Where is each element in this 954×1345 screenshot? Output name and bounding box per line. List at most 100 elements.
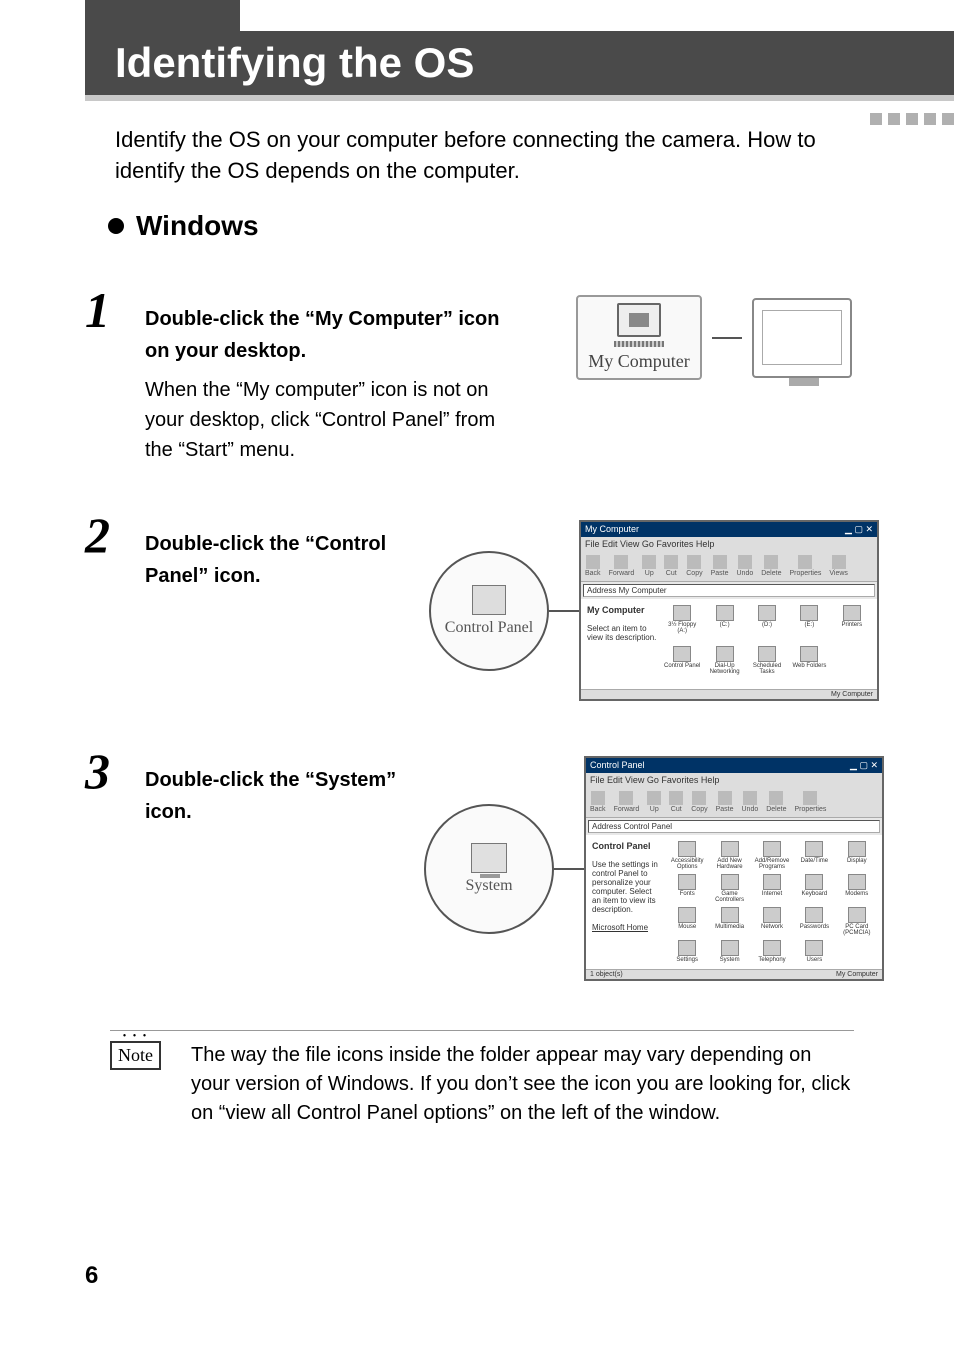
my-computer-icon: My Computer [576,295,702,380]
folder-icon: Display [838,841,876,870]
address-bar: Address My Computer [583,584,875,597]
window-statusbar: 1 object(s) My Computer [586,969,882,979]
page-number: 6 [85,1262,98,1290]
decorative-squares [870,113,954,125]
folder-icon: (C:) [705,605,743,642]
toolbar-button: Copy [691,791,707,813]
monitor-icon [752,298,852,378]
toolbar-button: Paste [716,791,734,813]
toolbar-button: Back [590,791,606,813]
toolbar-button: Properties [789,555,821,577]
callout-line [554,868,584,870]
folder-icon: Accessibility Options [668,841,706,870]
folder-icon: Scheduled Tasks [748,646,786,683]
step-desc: When the “My computer” icon is not on yo… [145,375,525,465]
toolbar-button: Back [585,555,601,577]
icon-label: My Computer [588,351,690,372]
window-titlebar: Control Panel ▁ ▢ ✕ [586,758,882,773]
window-icons-grid: 3½ Floppy (A:) (C:) (D:) (E:) Printers C… [663,605,871,683]
window-body: Control Panel Use the settings in contro… [586,835,882,969]
folder-icon: PC Card (PCMCIA) [838,907,876,936]
folder-icon: (D:) [748,605,786,642]
my-computer-window: My Computer ▁ ▢ ✕ File Edit View Go Favo… [579,520,879,701]
window-toolbar: Back Forward Up Cut Copy Paste Undo Dele… [581,551,877,582]
folder-icon: Internet [753,874,791,903]
callout-circle: Control Panel [429,551,549,671]
note-badge: Note [110,1041,161,1070]
intro-text: Identify the OS on your computer before … [115,125,874,187]
header-tab [85,0,240,31]
folder-icon: Web Folders [790,646,828,683]
folder-icon: Telephony [753,940,791,963]
note-block: Note The way the file icons inside the f… [110,1030,854,1128]
toolbar-button: Forward [609,555,635,577]
folder-icon: (E:) [790,605,828,642]
sidebar-title: My Computer [587,605,645,615]
folder-icon: Modems [838,874,876,903]
step-body: Double-click the “System” icon. [145,736,434,981]
step-figure: System Control Panel ▁ ▢ ✕ File Edit Vie… [434,736,874,981]
window-title: My Computer [585,524,639,535]
window-icons-grid: Accessibility Options Add New Hardware A… [668,841,876,963]
window-body: My Computer Select an item to view its d… [581,599,877,689]
step-figure: Control Panel My Computer ▁ ▢ ✕ File Edi… [434,500,874,701]
folder-icon: Keyboard [795,874,833,903]
folder-icon: System [710,940,748,963]
step-title: Double-click the “Control Panel” icon. [145,528,405,592]
control-panel-window: Control Panel ▁ ▢ ✕ File Edit View Go Fa… [584,756,884,981]
step-title: Double-click the “My Computer” icon on y… [145,303,525,367]
window-title: Control Panel [590,760,645,771]
folder-icon: Multimedia [710,907,748,936]
folder-icon: Game Controllers [710,874,748,903]
window-menu: File Edit View Go Favorites Help [586,773,882,787]
toolbar-button: Undo [737,555,754,577]
window-menu: File Edit View Go Favorites Help [581,537,877,551]
sidebar-desc: Use the settings in control Panel to per… [592,860,658,914]
toolbar-button: Up [647,791,661,813]
window-statusbar: My Computer [581,689,877,699]
system-icon [471,843,507,873]
step-figure: My Computer [554,275,874,465]
toolbar-button: Cut [664,555,678,577]
step-body: Double-click the “My Computer” icon on y… [145,275,554,465]
folder-icon: Add New Hardware [710,841,748,870]
step-1: 1 Double-click the “My Computer” icon on… [85,275,874,465]
window-sidebar: Control Panel Use the settings in contro… [592,841,662,963]
folder-icon: Date/Time [795,841,833,870]
toolbar-button: Undo [742,791,759,813]
folder-icon: Network [753,907,791,936]
window-sidebar: My Computer Select an item to view its d… [587,605,657,683]
page-title: Identifying the OS [115,39,474,87]
folder-icon: 3½ Floppy (A:) [663,605,701,642]
step-number: 2 [85,500,145,701]
folder-icon: Passwords [795,907,833,936]
callout-line [549,610,579,612]
folder-icon: Printers [833,605,871,642]
window-toolbar: Back Forward Up Cut Copy Paste Undo Dele… [586,787,882,818]
callout-circle: System [424,804,554,934]
address-bar: Address Control Panel [588,820,880,833]
note-text: The way the file icons inside the folder… [191,1041,854,1128]
toolbar-button: Up [642,555,656,577]
toolbar-button: Paste [711,555,729,577]
steps-container: 1 Double-click the “My Computer” icon on… [85,275,874,1016]
folder-icon: Users [795,940,833,963]
step-body: Double-click the “Control Panel” icon. [145,500,434,701]
toolbar-button: Cut [669,791,683,813]
folder-icon: Mouse [668,907,706,936]
toolbar-button: Delete [761,555,781,577]
toolbar-button: Views [829,555,848,577]
window-controls-icon: ▁ ▢ ✕ [845,524,873,535]
folder-icon: Control Panel [663,646,701,683]
callout-label: Control Panel [445,619,533,637]
folder-icon: Add/Remove Programs [753,841,791,870]
folder-icon: Settings [668,940,706,963]
section-heading-row: Windows [108,210,259,242]
folder-icon: Dial-Up Networking [705,646,743,683]
step-3: 3 Double-click the “System” icon. System… [85,736,874,981]
toolbar-button: Forward [614,791,640,813]
step-title: Double-click the “System” icon. [145,764,405,828]
toolbar-button: Delete [766,791,786,813]
section-header: Identifying the OS [85,31,954,101]
control-panel-icon [472,585,506,615]
